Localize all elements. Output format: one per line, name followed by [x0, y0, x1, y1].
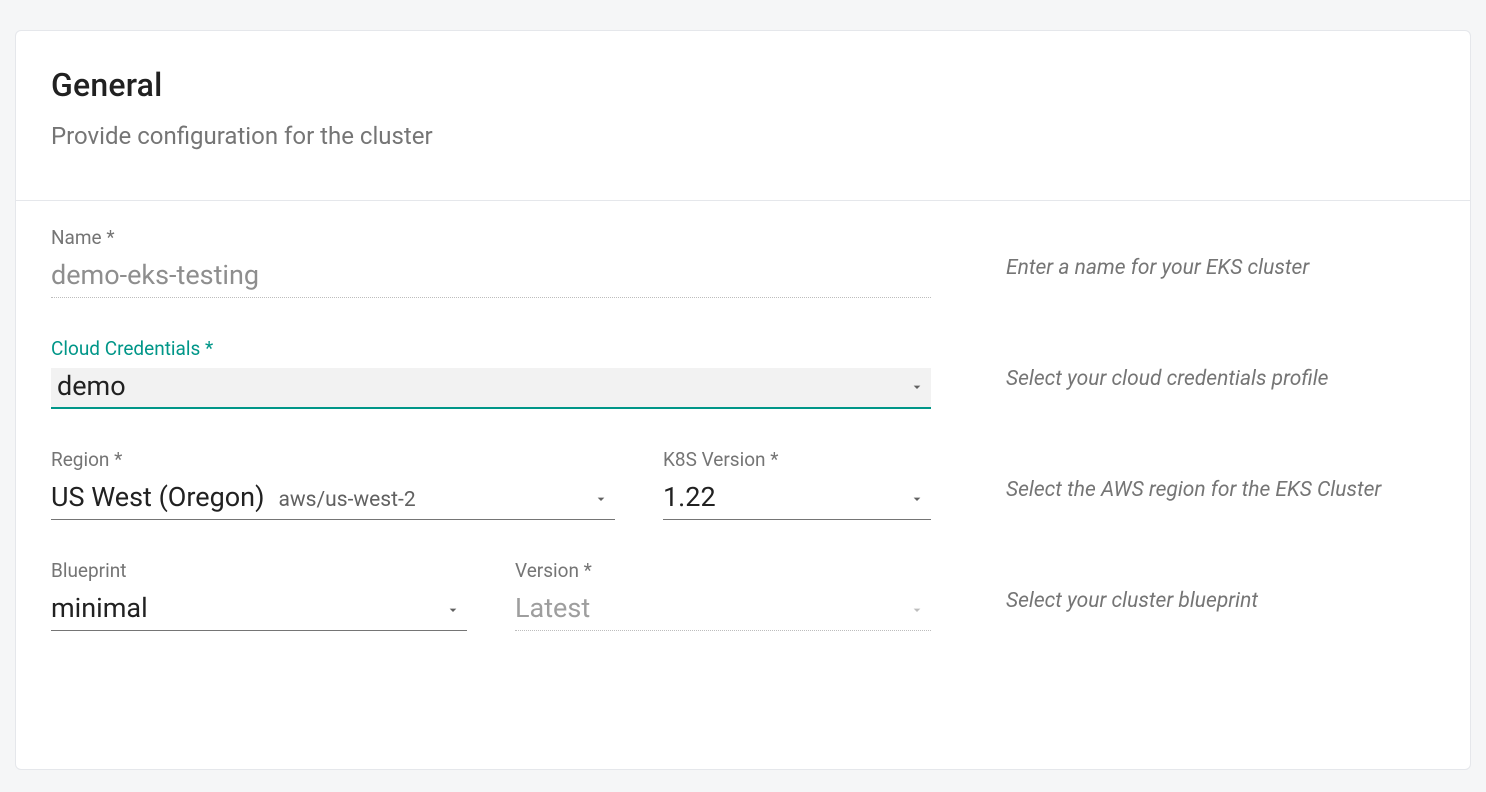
- general-config-card: General Provide configuration for the cl…: [15, 30, 1471, 770]
- field-k8s-version: K8S Version * 1.22: [663, 448, 931, 521]
- blueprint-label: Blueprint: [51, 559, 467, 582]
- chevron-down-icon: [909, 602, 925, 618]
- field-bp-version: Version * Latest: [515, 559, 931, 632]
- section-subtitle: Provide configuration for the cluster: [51, 122, 1435, 150]
- field-blueprint: Blueprint minimal: [51, 559, 467, 632]
- blueprint-value: minimal: [51, 592, 148, 624]
- field-name: Name *: [51, 226, 931, 299]
- chevron-down-icon: [445, 602, 461, 618]
- credentials-select[interactable]: demo: [51, 368, 931, 409]
- bp-version-label: Version *: [515, 559, 931, 582]
- bp-version-select[interactable]: Latest: [515, 590, 931, 631]
- k8s-label: K8S Version *: [663, 448, 931, 471]
- region-code: aws/us-west-2: [278, 488, 415, 512]
- field-credentials: Cloud Credentials * demo: [51, 337, 931, 410]
- k8s-select[interactable]: 1.22: [663, 479, 931, 520]
- chevron-down-icon: [593, 491, 609, 507]
- bp-version-value: Latest: [515, 592, 590, 624]
- chevron-down-icon: [909, 379, 925, 395]
- name-input[interactable]: [51, 257, 931, 298]
- name-label: Name *: [51, 226, 931, 249]
- k8s-value: 1.22: [663, 481, 716, 513]
- row-name: Name * Enter a name for your EKS cluster: [51, 226, 1435, 299]
- name-help: Enter a name for your EKS cluster: [931, 226, 1435, 280]
- row-region-k8s: Region * US West (Oregon) aws/us-west-2 …: [51, 448, 1435, 521]
- region-label: Region *: [51, 448, 615, 471]
- region-help: Select the AWS region for the EKS Cluste…: [931, 448, 1435, 502]
- credentials-value: demo: [57, 370, 126, 402]
- blueprint-help: Select your cluster blueprint: [931, 559, 1435, 613]
- row-credentials: Cloud Credentials * demo Select your clo…: [51, 337, 1435, 410]
- credentials-label: Cloud Credentials *: [51, 337, 931, 360]
- form-body: Name * Enter a name for your EKS cluster…: [16, 201, 1470, 710]
- card-header: General Provide configuration for the cl…: [16, 31, 1470, 201]
- section-title: General: [51, 66, 1435, 104]
- blueprint-select[interactable]: minimal: [51, 590, 467, 631]
- region-value: US West (Oregon): [51, 481, 264, 513]
- field-region: Region * US West (Oregon) aws/us-west-2: [51, 448, 615, 521]
- credentials-help: Select your cloud credentials profile: [931, 337, 1435, 391]
- row-blueprint-version: Blueprint minimal Version *: [51, 559, 1435, 632]
- region-select[interactable]: US West (Oregon) aws/us-west-2: [51, 479, 615, 520]
- chevron-down-icon: [909, 491, 925, 507]
